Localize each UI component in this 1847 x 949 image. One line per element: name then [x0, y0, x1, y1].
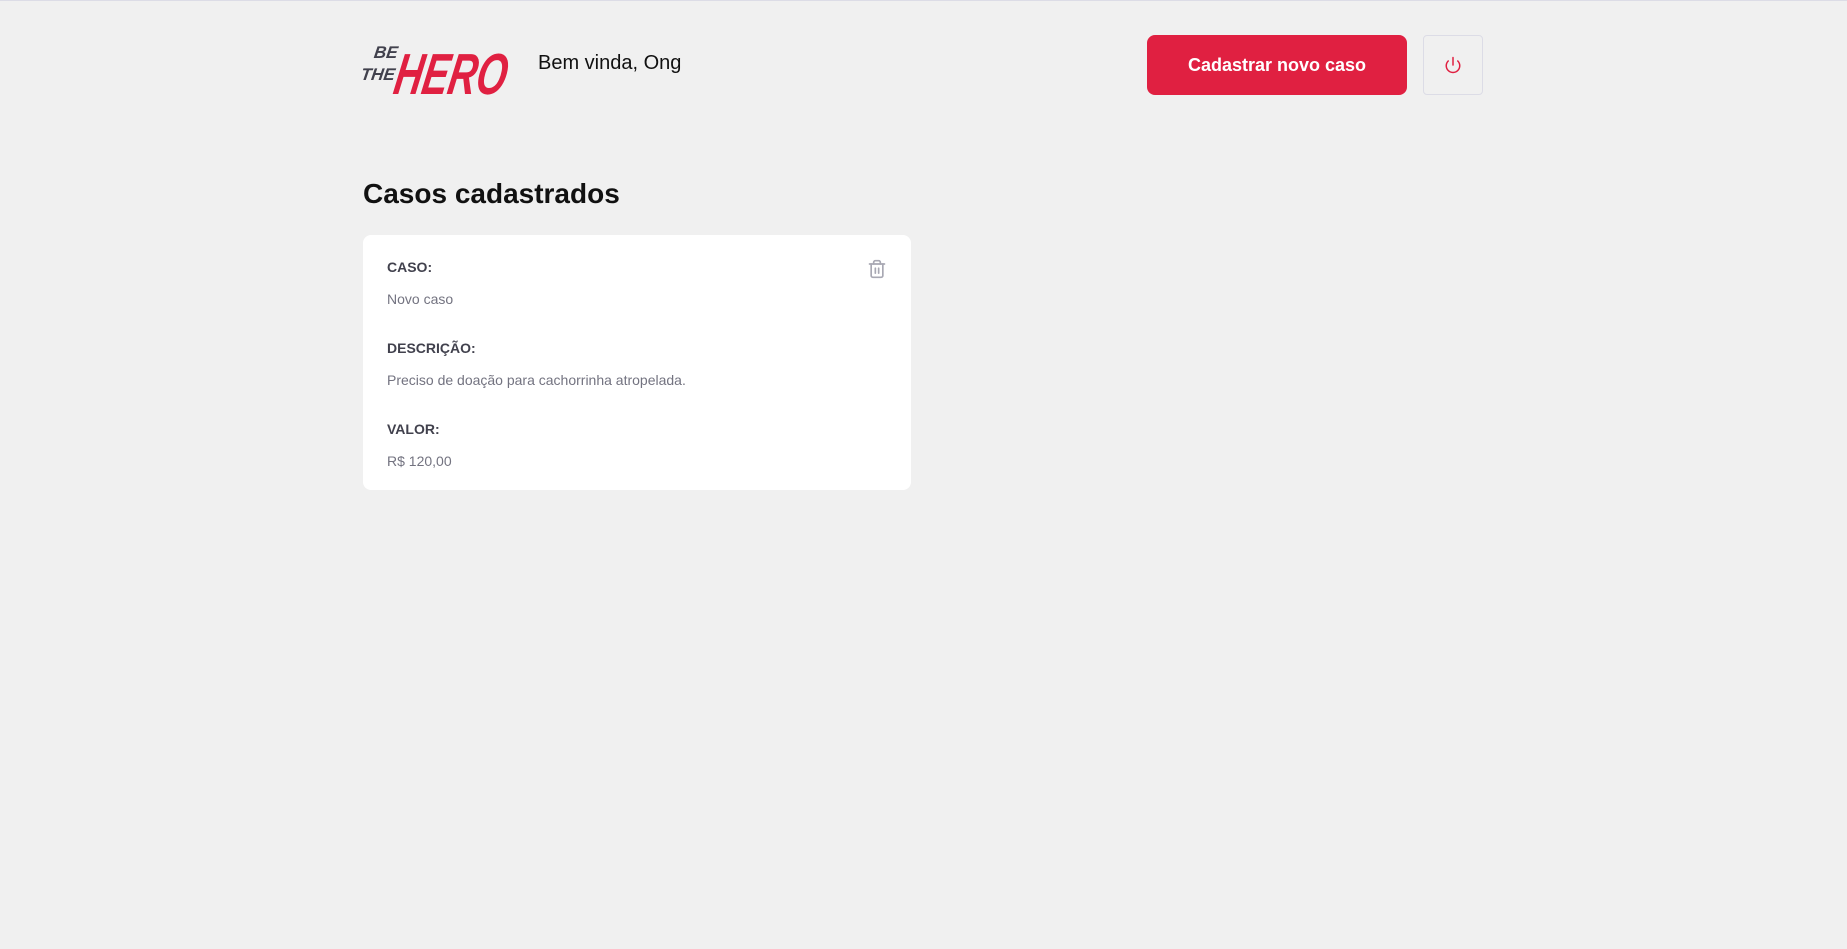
delete-case-button[interactable]	[867, 259, 887, 279]
page-container: BE THE HERO Bem vinda, Ong Cadastrar nov…	[363, 0, 1483, 490]
power-icon	[1445, 56, 1461, 74]
logout-button[interactable]	[1423, 35, 1483, 95]
value-label: VALOR:	[387, 421, 440, 437]
be-the-hero-logo: BE THE HERO	[363, 42, 513, 98]
case-label: CASO:	[387, 259, 433, 275]
header: BE THE HERO Bem vinda, Ong Cadastrar nov…	[363, 0, 1483, 130]
welcome-text: Bem vinda, Ong	[538, 52, 682, 74]
value-value: R$ 120,00	[387, 453, 452, 469]
logo-text-be: BE	[373, 43, 400, 62]
case-value: Novo caso	[387, 291, 454, 307]
description-label: DESCRIÇÃO:	[387, 340, 476, 356]
logo-text-the: THE	[363, 65, 397, 84]
new-case-button[interactable]: Cadastrar novo caso	[1147, 35, 1407, 95]
case-card: CASO: Novo caso DESCRIÇÃO: Preciso de do…	[363, 235, 911, 490]
page-title: Casos cadastrados	[363, 178, 620, 209]
trash-icon	[868, 259, 886, 279]
logo-text-hero: HERO	[390, 42, 513, 98]
description-value: Preciso de doação para cachorrinha atrop…	[387, 372, 686, 388]
